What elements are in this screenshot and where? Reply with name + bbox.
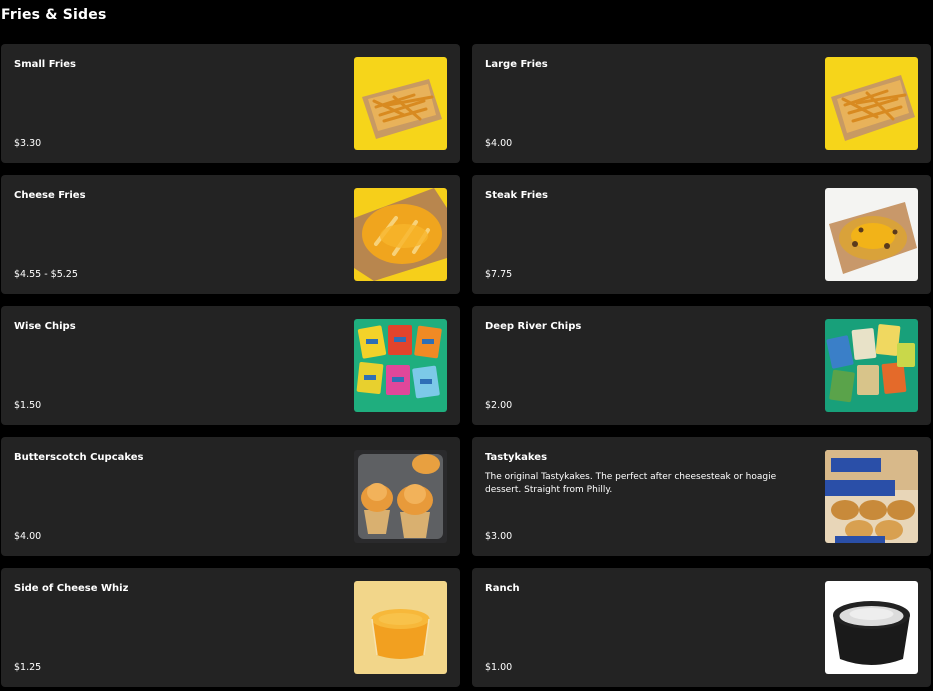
item-name: Steak Fries bbox=[485, 190, 548, 201]
item-name: Cheese Fries bbox=[14, 190, 86, 201]
menu-item-card[interactable]: Ranch $1.00 bbox=[472, 568, 931, 687]
fries-icon bbox=[825, 57, 918, 150]
item-name: Side of Cheese Whiz bbox=[14, 583, 129, 594]
item-name: Wise Chips bbox=[14, 321, 76, 332]
steak-fries-icon bbox=[825, 188, 918, 281]
cupcakes-icon bbox=[354, 450, 447, 543]
item-name: Tastykakes bbox=[485, 452, 548, 463]
menu-item-card[interactable]: Cheese Fries $4.55 - $5.25 bbox=[1, 175, 460, 294]
item-price: $7.75 bbox=[485, 269, 513, 280]
item-price: $1.50 bbox=[14, 400, 42, 411]
item-name: Butterscotch Cupcakes bbox=[14, 452, 144, 463]
menu-grid: Small Fries $3.30 Large Fries $4.00 Chee… bbox=[1, 44, 933, 687]
item-name: Deep River Chips bbox=[485, 321, 582, 332]
item-price: $2.00 bbox=[485, 400, 513, 411]
ranch-cup-icon bbox=[825, 581, 918, 674]
item-price: $1.00 bbox=[485, 662, 513, 673]
item-price: $4.00 bbox=[485, 138, 513, 149]
item-price: $1.25 bbox=[14, 662, 42, 673]
cheese-cup-icon bbox=[354, 581, 447, 674]
item-price: $3.00 bbox=[485, 531, 513, 542]
item-description: The original Tastykakes. The perfect aft… bbox=[485, 472, 777, 495]
menu-item-card[interactable]: Large Fries $4.00 bbox=[472, 44, 931, 163]
menu-item-card[interactable]: Small Fries $3.30 bbox=[1, 44, 460, 163]
item-price: $3.30 bbox=[14, 138, 42, 149]
item-name: Large Fries bbox=[485, 59, 548, 70]
item-name: Small Fries bbox=[14, 59, 76, 70]
tastykakes-icon bbox=[825, 450, 918, 543]
item-price: $4.55 - $5.25 bbox=[14, 269, 78, 280]
menu-item-card[interactable]: Wise Chips $1.50 bbox=[1, 306, 460, 425]
menu-item-card[interactable]: Steak Fries $7.75 bbox=[472, 175, 931, 294]
section-title: Fries & Sides bbox=[1, 7, 107, 23]
chips-bags-icon bbox=[354, 319, 447, 412]
cheese-fries-icon bbox=[354, 188, 447, 281]
menu-item-card[interactable]: Butterscotch Cupcakes $4.00 bbox=[1, 437, 460, 556]
menu-item-card[interactable]: Side of Cheese Whiz $1.25 bbox=[1, 568, 460, 687]
item-name: Ranch bbox=[485, 583, 520, 594]
fries-icon bbox=[354, 57, 447, 150]
menu-item-card[interactable]: Deep River Chips $2.00 bbox=[472, 306, 931, 425]
chips-bags-icon bbox=[825, 319, 918, 412]
menu-item-card[interactable]: Tastykakes The original Tastykakes. The … bbox=[472, 437, 931, 556]
item-price: $4.00 bbox=[14, 531, 42, 542]
